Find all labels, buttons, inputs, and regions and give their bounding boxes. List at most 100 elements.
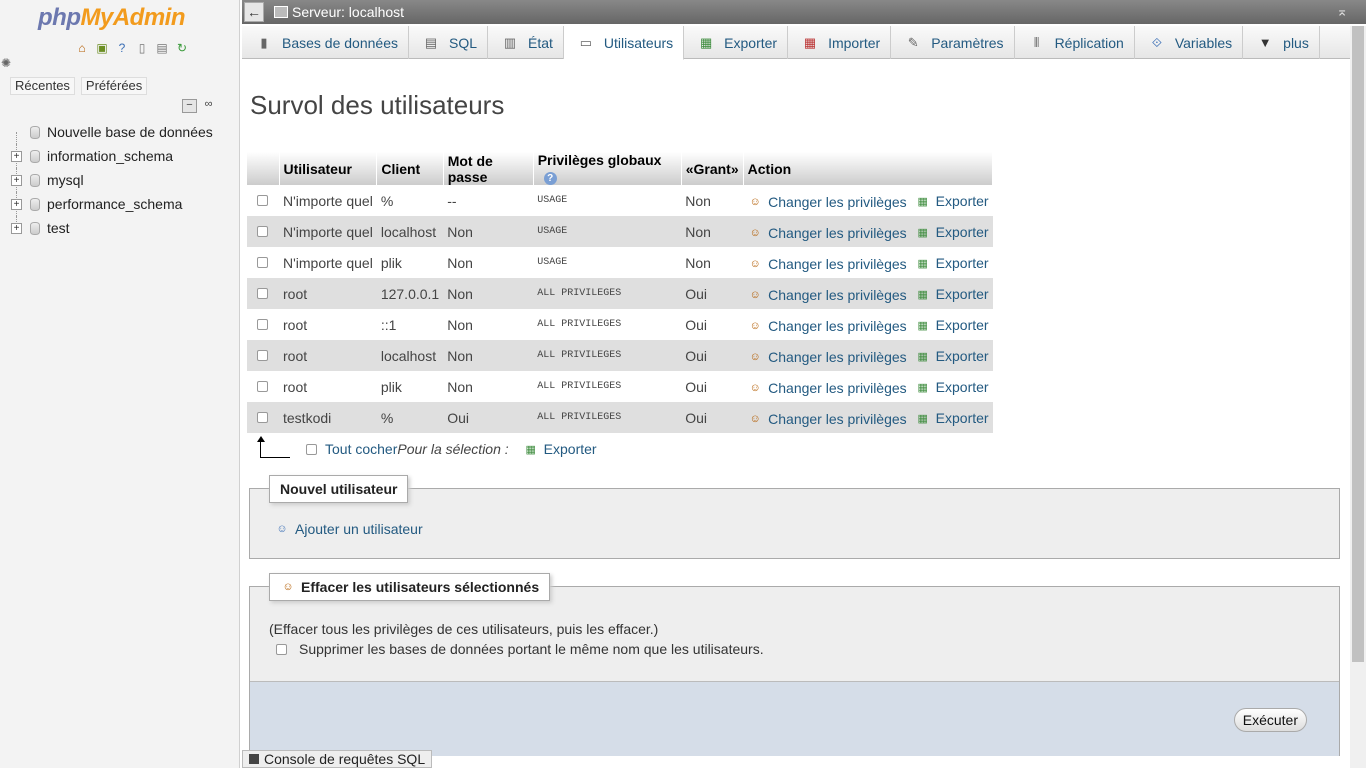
sql-console-toggle[interactable]: Console de requêtes SQL — [242, 750, 433, 768]
server-breadcrumb[interactable]: Serveur: localhost — [292, 4, 404, 20]
header-password[interactable]: Mot de passe — [443, 152, 534, 185]
change-privileges-link[interactable]: ☺ Changer les privilèges — [747, 256, 907, 272]
tree-item-label[interactable]: performance_schema — [47, 196, 182, 212]
table-row[interactable]: root plik Non ALL PRIVILEGES Oui ☺ Changer les… — [247, 371, 993, 402]
tree-item-label[interactable]: test — [47, 220, 70, 236]
export-icon: ▦ — [917, 350, 928, 363]
row-checkbox[interactable] — [257, 194, 268, 206]
replication-icon: ⫴ — [1033, 34, 1040, 50]
execute-button[interactable]: Exécuter — [1233, 708, 1307, 732]
export-user-link[interactable]: ▦ Exporter — [915, 224, 988, 240]
tab-sql[interactable]: ▤ SQL — [409, 26, 488, 59]
change-privileges-link[interactable]: ☺ Changer les privilèges — [747, 349, 907, 365]
tab-export[interactable]: ▦ Exporter — [684, 26, 789, 59]
help-icon[interactable]: ? — [543, 172, 557, 185]
cell-user: root — [279, 371, 377, 402]
change-privileges-link[interactable]: ☺ Changer les privilèges — [747, 411, 907, 427]
tree-item-label[interactable]: mysql — [47, 172, 84, 188]
row-checkbox[interactable] — [257, 349, 268, 361]
bulk-export-button[interactable]: ▦ Exporter — [523, 441, 596, 457]
check-all-checkbox[interactable] — [306, 443, 317, 455]
change-privileges-link[interactable]: ☺ Changer les privilèges — [747, 318, 907, 334]
export-user-link[interactable]: ▦ Exporter — [915, 379, 988, 395]
export-user-link[interactable]: ▦ Exporter — [915, 193, 988, 209]
settings-icon[interactable]: ▤ — [154, 41, 170, 56]
tab-status[interactable]: ▥ État — [488, 26, 564, 59]
console-icon — [249, 754, 259, 764]
cell-grant: Non — [681, 185, 744, 216]
docs-icon[interactable]: ▯ — [134, 41, 150, 56]
main-scrollbar[interactable] — [1350, 26, 1366, 768]
table-row[interactable]: root localhost Non ALL PRIVILEGES Oui ☺ Change… — [247, 340, 993, 371]
cell-host: localhost — [376, 340, 444, 371]
cell-actions: ☺ Changer les privilèges ▦ Exporter — [743, 247, 993, 278]
tab-users[interactable]: ▭ Utilisateurs — [563, 26, 685, 60]
nav-tab-favorites[interactable]: Préférées — [80, 77, 148, 95]
change-privileges-link[interactable]: ☺ Changer les privilèges — [747, 225, 907, 241]
collapse-nav-button[interactable]: ← — [244, 2, 264, 22]
table-row[interactable]: testkodi% Oui ALL PRIVILEGES Oui ☺ Changer le… — [247, 402, 993, 433]
tab-more[interactable]: ▼ plus — [1243, 26, 1320, 59]
export-user-link[interactable]: ▦ Exporter — [915, 286, 988, 302]
phpmyadmin-logo[interactable]: phpMyAdmin — [38, 4, 208, 34]
cell-actions: ☺ Changer les privilèges ▦ Exporter — [743, 340, 993, 371]
tree-item-performance-schema[interactable]: + performance_schema — [8, 192, 238, 216]
header-checkbox-column — [247, 152, 280, 185]
row-checkbox[interactable] — [257, 256, 268, 268]
link-with-main-icon[interactable]: ∞ — [201, 99, 216, 113]
expand-icon[interactable]: + — [11, 198, 22, 210]
delete-users-fieldset: ☺ Effacer les utilisateurs sélectionnés … — [249, 573, 1340, 756]
logout-icon[interactable]: ▣ — [94, 41, 110, 56]
row-checkbox[interactable] — [257, 380, 268, 392]
nav-tab-recent[interactable]: Récentes — [10, 77, 75, 95]
help-icon[interactable]: ? — [114, 41, 130, 56]
change-privileges-link[interactable]: ☺ Changer les privilèges — [747, 194, 907, 210]
tab-databases[interactable]: ▮ Bases de données — [242, 26, 409, 59]
table-row[interactable]: root::1 Non ALL PRIVILEGES Oui ☺ Changer les … — [247, 309, 993, 340]
expand-icon[interactable]: + — [11, 150, 22, 162]
sql-icon: ▤ — [424, 34, 438, 50]
add-user-link[interactable]: ☺ Ajouter un utilisateur — [274, 521, 422, 537]
drop-db-label[interactable]: Supprimer les bases de données portant l… — [299, 641, 764, 657]
tab-replication[interactable]: ⫴ Réplication — [1015, 26, 1135, 59]
header-user[interactable]: Utilisateur — [279, 152, 378, 185]
cell-actions: ☺ Changer les privilèges ▦ Exporter — [743, 371, 993, 402]
cell-grant: Oui — [681, 340, 744, 371]
expand-icon[interactable]: + — [11, 222, 22, 234]
expand-icon[interactable]: + — [11, 174, 22, 186]
tree-item-test[interactable]: + test — [8, 216, 238, 240]
export-user-link[interactable]: ▦ Exporter — [915, 348, 988, 364]
tab-import[interactable]: ▦ Importer — [788, 26, 892, 59]
check-all-link[interactable]: Tout cocher — [325, 441, 397, 457]
home-icon[interactable]: ⌂ — [74, 41, 90, 56]
header-grant[interactable]: «Grant» — [681, 152, 744, 185]
header-host[interactable]: Client — [376, 152, 444, 185]
row-checkbox[interactable] — [257, 225, 268, 237]
table-row[interactable]: N'importe quel localhost Non USAGE Non ☺ Chang… — [247, 216, 993, 247]
tree-item-information-schema[interactable]: + information_schema — [8, 144, 238, 168]
tab-variables[interactable]: ⟐ Variables — [1135, 26, 1244, 59]
tree-item-new-database[interactable]: Nouvelle base de données — [8, 120, 238, 144]
export-user-link[interactable]: ▦ Exporter — [915, 410, 988, 426]
export-user-link[interactable]: ▦ Exporter — [915, 255, 988, 271]
export-user-link[interactable]: ▦ Exporter — [915, 317, 988, 333]
change-privileges-link[interactable]: ☺ Changer les privilèges — [747, 287, 907, 303]
reload-icon[interactable]: ↻ — [174, 41, 190, 56]
triangle-down-icon: ▼ — [1258, 35, 1272, 50]
tab-settings[interactable]: ✎ Paramètres — [891, 26, 1015, 59]
drop-db-checkbox[interactable] — [276, 643, 287, 655]
row-checkbox[interactable] — [257, 287, 268, 299]
collapse-top-icon[interactable]: ⌅ — [1336, 3, 1348, 20]
row-checkbox[interactable] — [257, 411, 268, 423]
tree-item-label[interactable]: information_schema — [47, 148, 173, 164]
row-checkbox[interactable] — [257, 318, 268, 330]
change-privileges-link[interactable]: ☺ Changer les privilèges — [747, 380, 907, 396]
scrollbar-thumb[interactable] — [1352, 26, 1364, 662]
header-global-privileges[interactable]: Privilèges globaux? — [533, 152, 682, 185]
collapse-all-button[interactable]: − — [182, 99, 197, 113]
tree-item-mysql[interactable]: + mysql — [8, 168, 238, 192]
cell-privileges: ALL PRIVILEGES — [533, 309, 682, 340]
table-row[interactable]: root 127.0.0.1 Non ALL PRIVILEGES Oui ☺ Change… — [247, 278, 993, 309]
table-row[interactable]: N'importe quel plik Non USAGE Non ☺ Changer le… — [247, 247, 993, 278]
table-row[interactable]: N'importe quel% -- USAGE Non ☺ Changer les pr… — [247, 185, 993, 216]
